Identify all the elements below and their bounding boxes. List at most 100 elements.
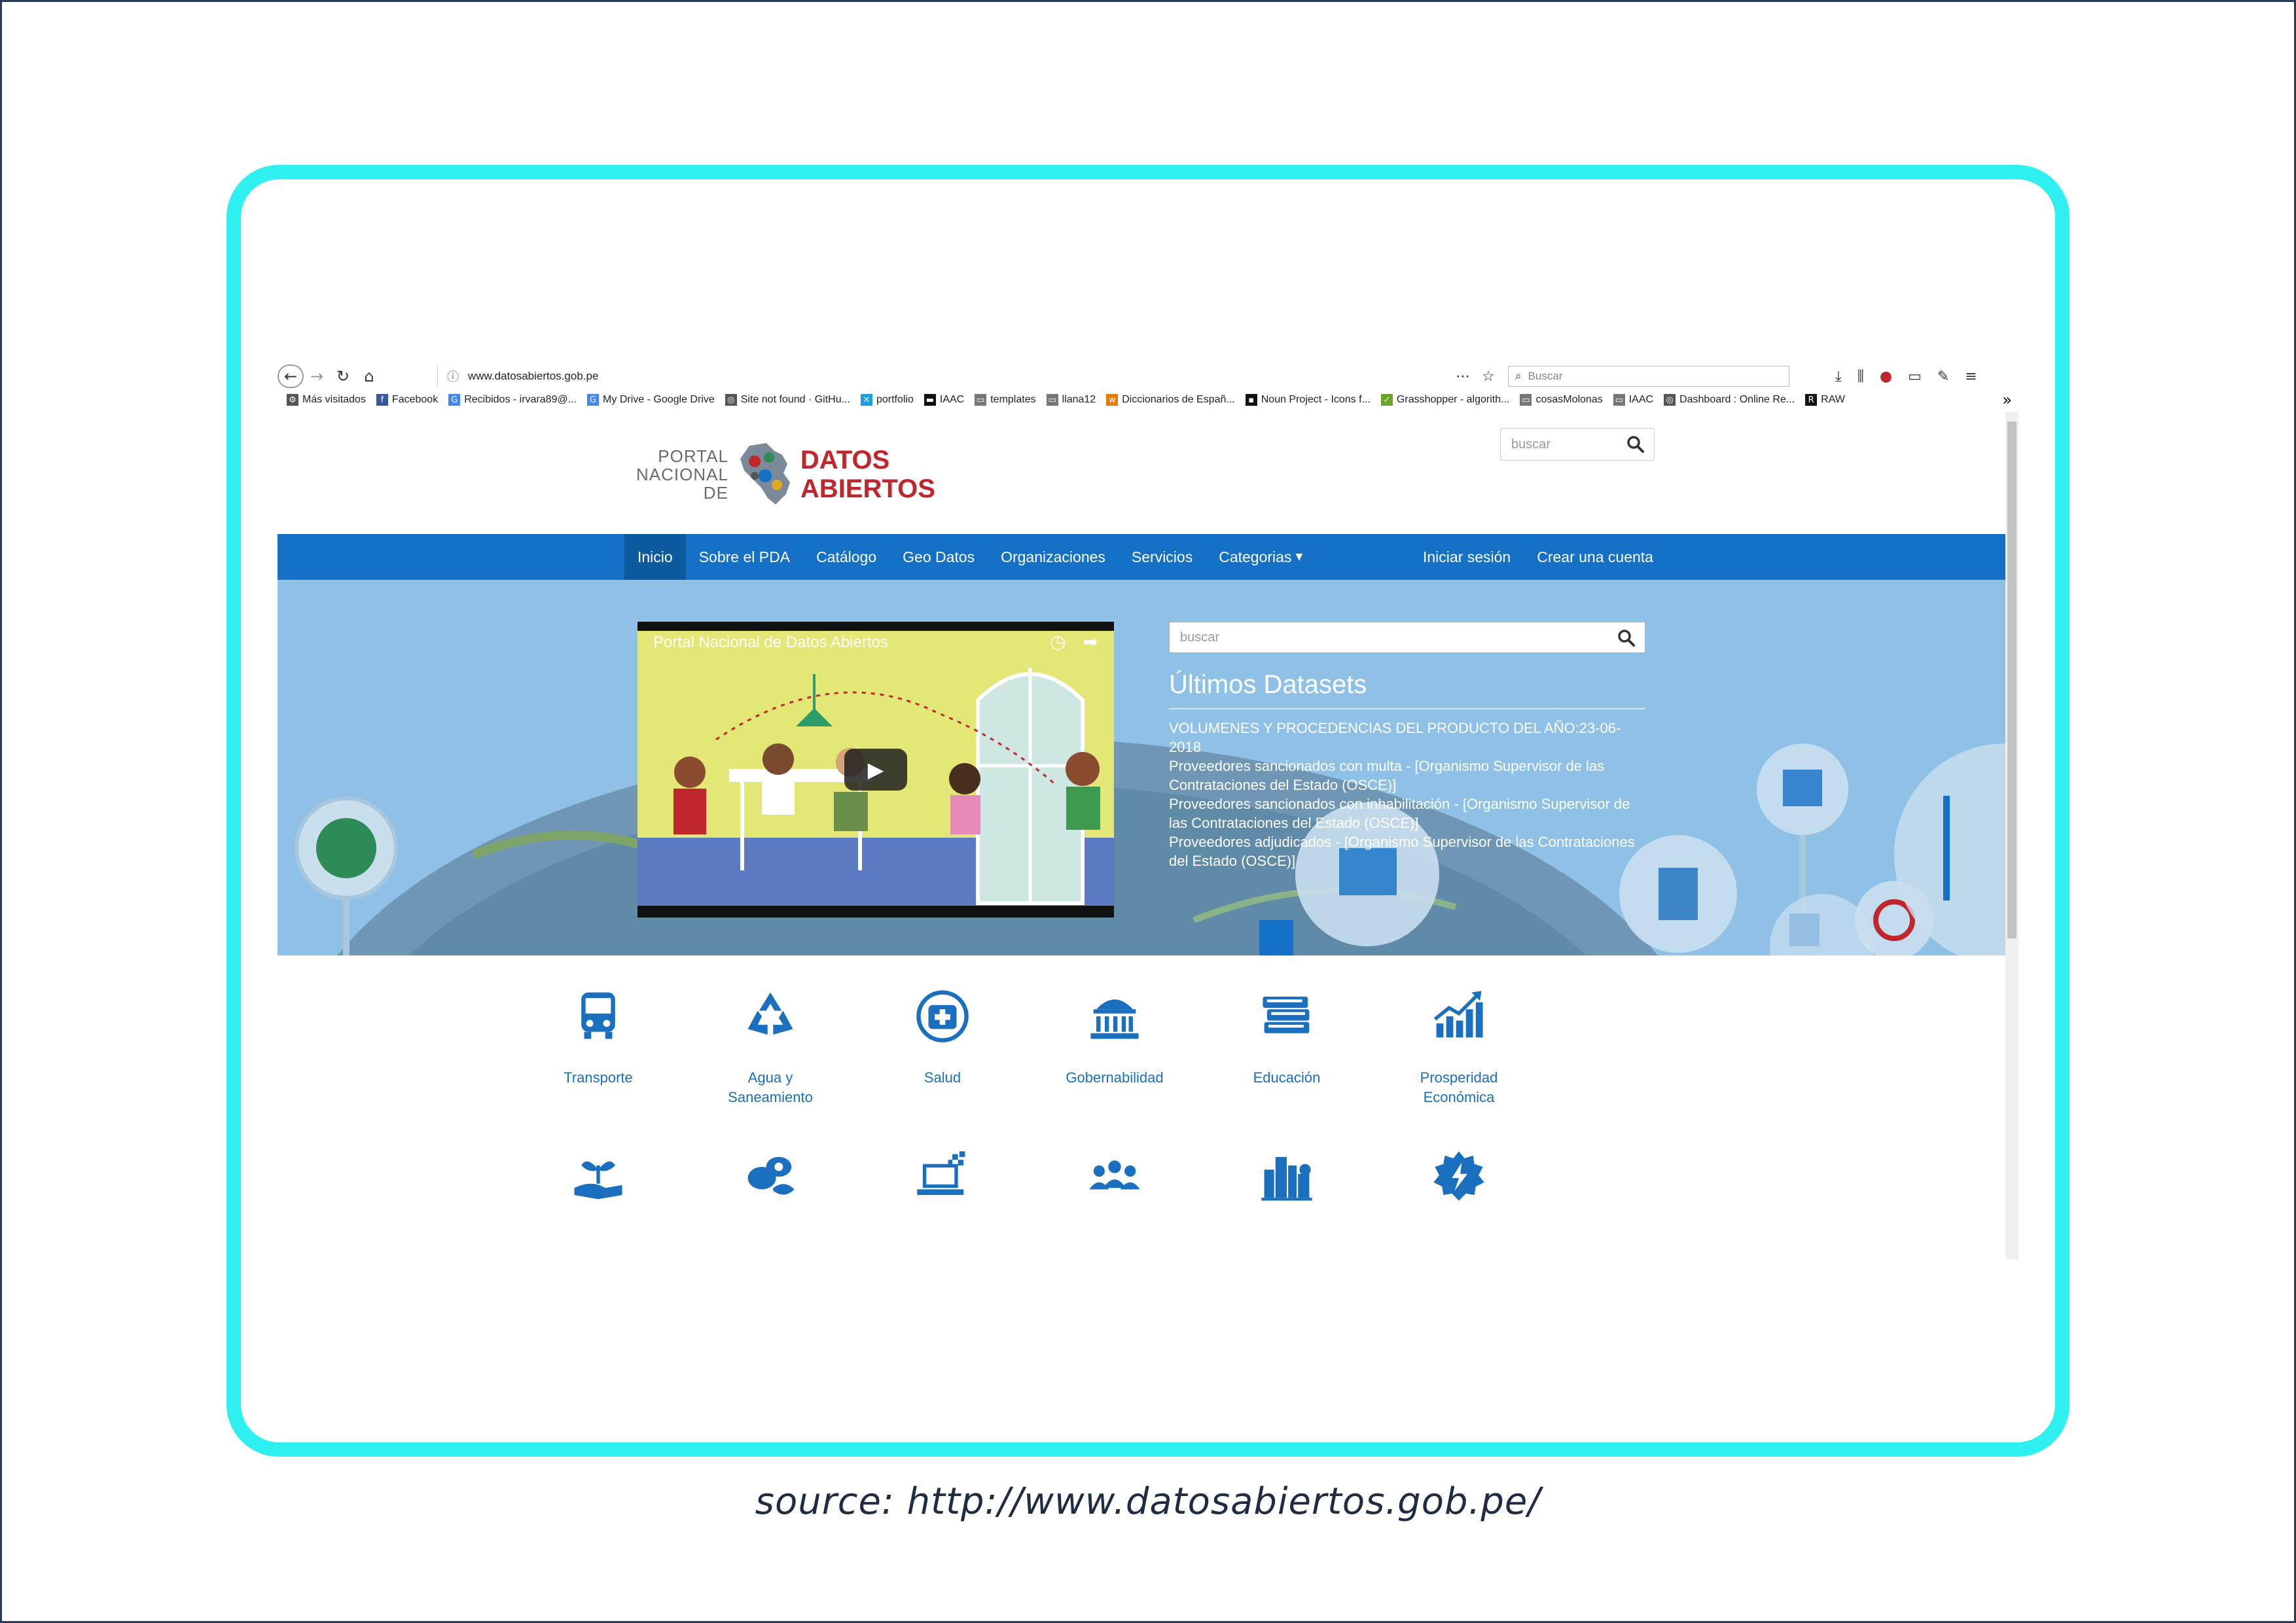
nav-item-categorias[interactable]: Categorias ▼ <box>1206 534 1316 580</box>
bookmark-label: Noun Project - Icons f... <box>1261 394 1371 405</box>
address-bar[interactable]: ⓘ www.datosabiertos.gob.pe <box>437 366 1491 387</box>
nav-item-catalogo[interactable]: Catálogo <box>803 534 889 580</box>
bookmark-item[interactable]: ▭ templates <box>975 394 1036 406</box>
dataset-link[interactable]: Proveedores sancionados con inhabilitaci… <box>1169 794 1645 832</box>
bookmarks-overflow-icon[interactable]: » <box>2002 389 2012 411</box>
bookmark-label: Facebook <box>391 394 439 405</box>
caret-down-icon: ▼ <box>1295 552 1303 562</box>
watch-later-icon[interactable]: ◷ <box>1050 631 1066 652</box>
category-label: Transporte <box>564 1069 633 1086</box>
browser-search-input[interactable]: ⌕ Buscar <box>1508 366 1789 387</box>
website-viewport: PORTAL NACIONAL DE DATOS ABIERTOS buscar <box>278 412 2005 1259</box>
folder-icon: ▭ <box>1046 394 1058 406</box>
home-icon[interactable]: ⌂ <box>356 364 382 389</box>
main-navbar: Inicio Sobre el PDA Catálogo Geo Datos O… <box>278 534 2005 580</box>
category-tile[interactable]: Prosperidad Económica <box>1377 988 1541 1107</box>
category-tile[interactable]: Transporte <box>516 988 680 1088</box>
share-icon[interactable]: ➦ <box>1083 631 1098 652</box>
bookmark-label: portfolio <box>876 394 914 405</box>
dataset-search-input[interactable]: buscar <box>1169 622 1645 653</box>
dataset-link[interactable]: VOLUMENES Y PROCEDENCIAS DEL PRODUCTO DE… <box>1169 719 1645 757</box>
bookmark-item[interactable]: R RAW <box>1805 394 1845 406</box>
bookmark-label: IAAC <box>1628 394 1654 405</box>
category-tile[interactable]: Salud <box>861 988 1024 1088</box>
site-search-input[interactable]: buscar <box>1500 428 1655 461</box>
logo-line: DATOS <box>800 446 890 474</box>
pen-icon[interactable]: ✎ <box>1937 368 1949 385</box>
category-tile[interactable] <box>1033 1149 1196 1205</box>
reload-icon[interactable]: ↻ <box>330 364 356 389</box>
login-link[interactable]: Iniciar sesión <box>1410 534 1524 580</box>
globe-icon: ◎ <box>725 394 737 406</box>
noun-icon: ▪ <box>1245 394 1257 406</box>
sidebar-icon[interactable]: ▭ <box>1908 368 1922 385</box>
bookmark-item[interactable]: ✕ portfolio <box>860 394 914 406</box>
logo-line: ABIERTOS <box>800 474 935 503</box>
city-icon <box>1261 1156 1312 1201</box>
category-tile[interactable] <box>516 1149 680 1205</box>
menu-icon[interactable]: ≡ <box>1965 368 1977 385</box>
category-tile[interactable] <box>1377 1149 1541 1205</box>
category-tile[interactable]: Gobernabilidad <box>1033 988 1196 1088</box>
category-label: Gobernabilidad <box>1066 1069 1164 1086</box>
category-tile[interactable] <box>861 1149 1024 1205</box>
bookmark-item[interactable]: ✓ Grasshopper - algorith... <box>1380 394 1510 406</box>
bookmark-item[interactable]: ◎ Site not found · GitHu... <box>725 394 850 406</box>
nav-item-organizaciones[interactable]: Organizaciones <box>988 534 1119 580</box>
star-icon[interactable]: ☆ <box>1482 368 1495 385</box>
dataset-link[interactable]: Proveedores adjudicados - [Organismo Sup… <box>1169 832 1645 870</box>
people-group-icon <box>1089 1160 1140 1190</box>
video-player[interactable]: Portal Nacional de Datos Abiertos ◷ ➦ ▶ <box>637 622 1114 918</box>
category-tile[interactable]: Agua y Saneamiento <box>689 988 852 1107</box>
more-icon[interactable]: ⋯ <box>1456 368 1470 385</box>
download-icon[interactable]: ⤓ <box>1835 368 1842 385</box>
scrollbar[interactable] <box>2005 412 2018 1259</box>
category-tile[interactable] <box>1205 1149 1369 1205</box>
bus-icon <box>581 992 615 1039</box>
bookmark-item[interactable]: f Facebook <box>376 394 438 406</box>
category-tile[interactable]: Educación <box>1205 988 1369 1088</box>
bookmark-item[interactable]: G My Drive - Google Drive <box>587 394 715 406</box>
register-link[interactable]: Crear una cuenta <box>1524 534 1666 580</box>
bookmark-item[interactable]: G Recibidos - irvara89@... <box>448 394 577 406</box>
bookmark-item[interactable]: ⚙ Más visitados <box>287 394 366 406</box>
category-tile[interactable] <box>689 1149 852 1205</box>
logo-line: DE <box>703 483 728 503</box>
search-icon[interactable] <box>1617 629 1636 647</box>
site-info-icon[interactable]: ⓘ <box>447 368 459 385</box>
search-icon[interactable] <box>1626 435 1645 454</box>
portal-logo[interactable]: PORTAL NACIONAL DE DATOS ABIERTOS <box>636 438 935 510</box>
bookmark-item[interactable]: ◎ Dashboard : Online Re... <box>1664 394 1795 406</box>
bookmark-item[interactable]: ▭ IAAC <box>1613 394 1653 406</box>
forward-arrow-icon[interactable]: → <box>304 364 330 389</box>
bookmark-label: My Drive - Google Drive <box>603 394 715 405</box>
folder-icon: ▭ <box>975 394 987 406</box>
bookmark-item[interactable]: ▪ Noun Project - Icons f... <box>1245 394 1371 406</box>
bookmark-item[interactable]: ▬ IAAC <box>924 394 964 406</box>
bookmark-label: RAW <box>1821 394 1845 405</box>
back-arrow-icon[interactable]: ← <box>278 365 304 388</box>
peru-map-icon <box>740 443 790 505</box>
category-grid: Transporte Agua y Saneamiento Salud Goberna… <box>278 955 2005 1259</box>
nav-item-sobre[interactable]: Sobre el PDA <box>686 534 803 580</box>
dataset-link[interactable]: Proveedores sancionados con multa - [Org… <box>1169 757 1645 794</box>
books-icon <box>1263 996 1310 1033</box>
logo-line: NACIONAL <box>636 465 728 484</box>
bookmark-label: Grasshopper - algorith... <box>1396 394 1510 405</box>
google-icon: G <box>587 394 600 406</box>
scrollbar-thumb[interactable] <box>2007 421 2017 938</box>
folder-icon: ▭ <box>1613 394 1625 406</box>
bookmark-item[interactable]: w Diccionarios de Españ... <box>1106 394 1235 406</box>
library-icon[interactable]: ⫼ <box>1857 368 1864 385</box>
growth-chart-icon <box>1433 991 1483 1038</box>
nav-item-servicios[interactable]: Servicios <box>1119 534 1206 580</box>
hero-banner: Portal Nacional de Datos Abiertos ◷ ➦ ▶ … <box>278 580 2005 955</box>
addon-icon[interactable]: ● <box>1880 368 1892 385</box>
video-title: Portal Nacional de Datos Abiertos <box>653 633 888 651</box>
nav-item-inicio[interactable]: Inicio <box>624 534 686 580</box>
recycle-icon <box>747 992 793 1035</box>
bookmark-item[interactable]: ▭ cosasMolonas <box>1520 394 1603 406</box>
bookmark-item[interactable]: ▭ llana12 <box>1046 394 1096 406</box>
nav-item-geo-datos[interactable]: Geo Datos <box>889 534 988 580</box>
play-button[interactable]: ▶ <box>844 749 907 791</box>
